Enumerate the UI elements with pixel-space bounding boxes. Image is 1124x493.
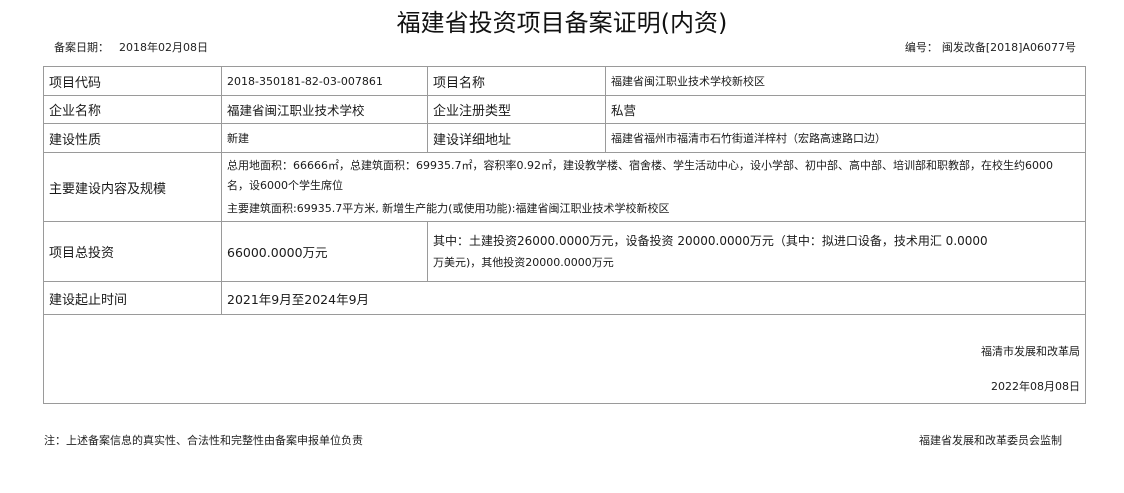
project-name-value: 福建省闽江职业技术学校新校区 [605, 66, 1086, 96]
company-type-value: 私营 [605, 95, 1086, 124]
signing-date: 2022年08月08日 [991, 380, 1080, 393]
signing-organization: 福清市发展和改革局 [981, 345, 1080, 358]
address-label: 建设详细地址 [427, 123, 606, 153]
filing-date-label: 备案日期： [54, 41, 109, 54]
scale-text-1a: 总用地面积：66666㎡，总建筑面积：69935.7㎡，容积率0.92㎡，建设教… [227, 159, 1053, 172]
period-label: 建设起止时间 [43, 281, 222, 315]
table-row: 福清市发展和改革局 2022年08月08日 [43, 314, 1086, 404]
total-investment-label: 项目总投资 [43, 221, 222, 282]
period-value: 2021年9月至2024年9月 [221, 281, 1086, 315]
construction-nature-label: 建设性质 [43, 123, 222, 153]
signature-block: 福清市发展和改革局 2022年08月08日 [43, 314, 1086, 404]
table-row: 主要建设内容及规模 总用地面积：66666㎡，总建筑面积：69935.7㎡，容积… [43, 152, 1086, 222]
project-code-label: 项目代码 [43, 66, 222, 96]
scale-value: 总用地面积：66666㎡，总建筑面积：69935.7㎡，容积率0.92㎡，建设教… [221, 152, 1086, 222]
scale-text-1b: 名，设6000个学生席位 [227, 179, 343, 192]
document-number: 编号： 闽发改备[2018]A06077号 [905, 41, 1076, 55]
investment-detail: 其中：土建投资26000.0000万元，设备投资 20000.0000万元（其中… [427, 221, 1086, 282]
investment-detail-line-1: 其中：土建投资26000.0000万元，设备投资 20000.0000万元（其中… [433, 233, 988, 248]
filing-form-table: 项目代码 2018-350181-82-03-007861 项目名称 福建省闽江… [43, 66, 1086, 404]
address-value: 福建省福州市福清市石竹街道洋梓村（宏路高速路口边） [605, 123, 1086, 153]
construction-nature-value: 新建 [221, 123, 428, 153]
table-row: 建设起止时间 2021年9月至2024年9月 [43, 281, 1086, 315]
company-name-value: 福建省闽江职业技术学校 [221, 95, 428, 124]
filing-date: 备案日期： 2018年02月08日 [54, 41, 208, 55]
filing-date-value: 2018年02月08日 [119, 41, 208, 54]
document-number-label: 编号： [904, 41, 938, 54]
table-row: 建设性质 新建 建设详细地址 福建省福州市福清市石竹街道洋梓村（宏路高速路口边） [43, 123, 1086, 153]
document-number-value: 闽发改备[2018]A06077号 [941, 41, 1076, 54]
total-investment-value: 66000.0000万元 [221, 221, 428, 282]
project-code-value: 2018-350181-82-03-007861 [221, 66, 428, 96]
footer-note: 注：上述备案信息的真实性、合法性和完整性由备案申报单位负责 [44, 434, 363, 447]
scale-label: 主要建设内容及规模 [43, 152, 222, 222]
investment-detail-line-2: 万美元)，其他投资20000.0000万元 [433, 255, 614, 269]
document-title: 福建省投资项目备案证明(内资) [396, 9, 728, 37]
table-row: 企业名称 福建省闽江职业技术学校 企业注册类型 私营 [43, 95, 1086, 124]
scale-line-2: 主要建筑面积:69935.7平方米, 新增生产能力(或使用功能):福建省闽江职业… [227, 202, 670, 215]
table-row: 项目代码 2018-350181-82-03-007861 项目名称 福建省闽江… [43, 66, 1086, 96]
scale-line-1: 总用地面积：66666㎡，总建筑面积：69935.7㎡，容积率0.92㎡，建设教… [227, 156, 1080, 196]
company-name-label: 企业名称 [43, 95, 222, 124]
project-name-label: 项目名称 [427, 66, 606, 96]
table-row: 项目总投资 66000.0000万元 其中：土建投资26000.0000万元，设… [43, 221, 1086, 282]
footer-supervisor: 福建省发展和改革委员会监制 [919, 434, 1062, 447]
company-type-label: 企业注册类型 [427, 95, 606, 124]
